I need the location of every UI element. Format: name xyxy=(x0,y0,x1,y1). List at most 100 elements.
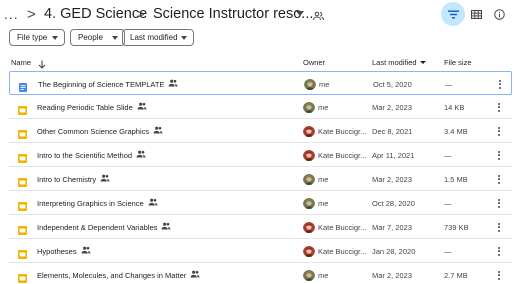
file-size: — xyxy=(444,198,452,208)
last-modified-date: Mar 2, 2023 xyxy=(372,174,413,184)
last-modified-date: Oct 28, 2020 xyxy=(372,198,415,208)
people-filter-chip[interactable]: People xyxy=(70,29,125,46)
google-slides-icon xyxy=(18,174,27,192)
file-size: — xyxy=(445,79,453,89)
file-row[interactable]: Intro to Chemistry me Mar 2, 2023 1.5 MB xyxy=(9,167,512,191)
owner-avatar xyxy=(304,78,316,90)
filter-button[interactable] xyxy=(441,2,465,26)
column-header-last-modified-label: Last modified xyxy=(372,57,417,67)
owner-avatar xyxy=(303,269,315,281)
google-slides-icon xyxy=(18,150,27,168)
last-modified-filter-label: Last modified xyxy=(130,33,178,42)
file-name-cell[interactable]: Interpreting Graphics in Science xyxy=(37,191,158,215)
column-header-file-size[interactable]: File size xyxy=(444,55,472,69)
file-row[interactable]: The Beginning of Science TEMPLATE me Oct 5… xyxy=(9,71,512,95)
google-slides-icon xyxy=(18,270,27,284)
file-row[interactable]: Other Common Science Graphics Kate Buccig… xyxy=(9,119,512,143)
shared-folder-icon[interactable] xyxy=(313,8,324,26)
breadcrumb-current-folder[interactable]: Science Instructor reso... xyxy=(153,3,313,25)
last-modified-filter-chip[interactable]: Last modified xyxy=(122,29,194,46)
file-size: 2.7 MB xyxy=(444,270,468,280)
owner-name: me xyxy=(318,270,329,280)
grid-view-button[interactable] xyxy=(464,2,488,26)
file-name-cell[interactable]: Reading Periodic Table Slide xyxy=(37,95,147,119)
people-filter-label: People xyxy=(78,33,103,42)
file-name: Intro to the Scientific Method xyxy=(37,150,133,160)
file-size: 3.4 MB xyxy=(444,126,468,136)
file-name: Independent & Dependent Variables xyxy=(37,222,158,232)
file-row[interactable]: Interpreting Graphics in Science me Oct 28… xyxy=(9,191,512,215)
file-row[interactable]: Intro to the Scientific Method Kate Bucci… xyxy=(9,143,512,167)
owner-name: me xyxy=(318,198,329,208)
owner-avatar xyxy=(303,245,315,257)
file-type-filter-label: File type xyxy=(17,33,48,42)
breadcrumb-separator: > xyxy=(27,5,36,23)
file-name-cell[interactable]: Independent & Dependent Variables xyxy=(37,215,171,239)
file-row[interactable]: Reading Periodic Table Slide me Mar 2, 202… xyxy=(9,95,512,119)
file-name-cell[interactable]: Hypotheses xyxy=(37,239,91,263)
more-actions-icon[interactable] xyxy=(493,149,505,161)
file-name: Interpreting Graphics in Science xyxy=(37,198,144,208)
breadcrumb-overflow[interactable]: ... xyxy=(4,3,19,25)
owner-name: me xyxy=(319,79,330,89)
file-size: 739 KB xyxy=(444,222,469,232)
owner-name: Kate Buccigr... xyxy=(318,222,367,232)
file-name: Other Common Science Graphics xyxy=(37,126,150,136)
file-name-cell[interactable]: Intro to the Scientific Method xyxy=(37,143,146,167)
chevron-down-icon xyxy=(112,36,118,40)
breadcrumb-item-ged-science[interactable]: 4. GED Science xyxy=(44,3,147,25)
owner-name: Kate Buccigr... xyxy=(318,150,367,160)
more-actions-icon[interactable] xyxy=(493,197,505,209)
file-row[interactable]: Hypotheses Kate Buccigr... Jan 28, 2020 — xyxy=(9,239,512,263)
more-actions-icon[interactable] xyxy=(494,78,506,90)
shared-icon xyxy=(148,198,158,208)
column-header-last-modified[interactable]: Last modified xyxy=(372,55,426,69)
chevron-down-icon xyxy=(52,36,58,40)
shared-icon xyxy=(161,222,171,232)
file-name: Elements, Molecules, and Changes in Matt… xyxy=(37,270,187,280)
more-actions-icon[interactable] xyxy=(493,173,505,185)
more-actions-icon[interactable] xyxy=(493,269,505,281)
info-icon xyxy=(493,8,505,20)
file-name-cell[interactable]: Elements, Molecules, and Changes in Matt… xyxy=(37,263,200,284)
file-size: 1.5 MB xyxy=(444,174,468,184)
google-slides-icon xyxy=(18,222,27,240)
last-modified-date: Jan 28, 2020 xyxy=(372,246,416,256)
owner-name: me xyxy=(318,174,329,184)
file-name-cell[interactable]: The Beginning of Science TEMPLATE xyxy=(38,72,178,96)
shared-icon xyxy=(136,150,146,160)
last-modified-date: Mar 7, 2023 xyxy=(372,222,413,232)
file-size: — xyxy=(444,150,452,160)
chevron-down-icon xyxy=(181,36,187,40)
google-slides-icon xyxy=(18,126,27,144)
column-header-owner[interactable]: Owner xyxy=(303,55,325,69)
details-button[interactable] xyxy=(487,2,511,26)
folder-menu-caret-icon[interactable] xyxy=(296,11,304,16)
file-name: Reading Periodic Table Slide xyxy=(37,102,133,112)
file-row[interactable]: Elements, Molecules, and Changes in Matt… xyxy=(9,263,512,284)
owner-avatar xyxy=(303,149,315,161)
google-slides-icon xyxy=(18,198,27,216)
owner-name: Kate Buccigr... xyxy=(318,126,367,136)
more-actions-icon[interactable] xyxy=(493,245,505,257)
shared-icon xyxy=(190,270,200,280)
column-header-name[interactable]: Name xyxy=(11,55,31,69)
file-type-filter-chip[interactable]: File type xyxy=(9,29,65,46)
owner-name: Kate Buccigr... xyxy=(318,246,367,256)
file-size: 14 KB xyxy=(444,102,465,112)
last-modified-date: Oct 5, 2020 xyxy=(373,79,412,89)
more-actions-icon[interactable] xyxy=(493,101,505,113)
file-name-cell[interactable]: Intro to Chemistry xyxy=(37,167,110,191)
more-actions-icon[interactable] xyxy=(493,125,505,137)
google-slides-icon xyxy=(18,102,27,120)
shared-icon xyxy=(153,126,163,136)
file-name-cell[interactable]: Other Common Science Graphics xyxy=(37,119,163,143)
owner-avatar xyxy=(303,221,315,233)
filter-icon xyxy=(447,10,459,18)
last-modified-date: Apr 11, 2021 xyxy=(372,150,415,160)
shared-icon xyxy=(137,102,147,112)
sort-caret-icon xyxy=(419,60,426,64)
more-actions-icon[interactable] xyxy=(493,221,505,233)
file-row[interactable]: Independent & Dependent Variables Kate Bu… xyxy=(9,215,512,239)
owner-name: me xyxy=(318,102,329,112)
